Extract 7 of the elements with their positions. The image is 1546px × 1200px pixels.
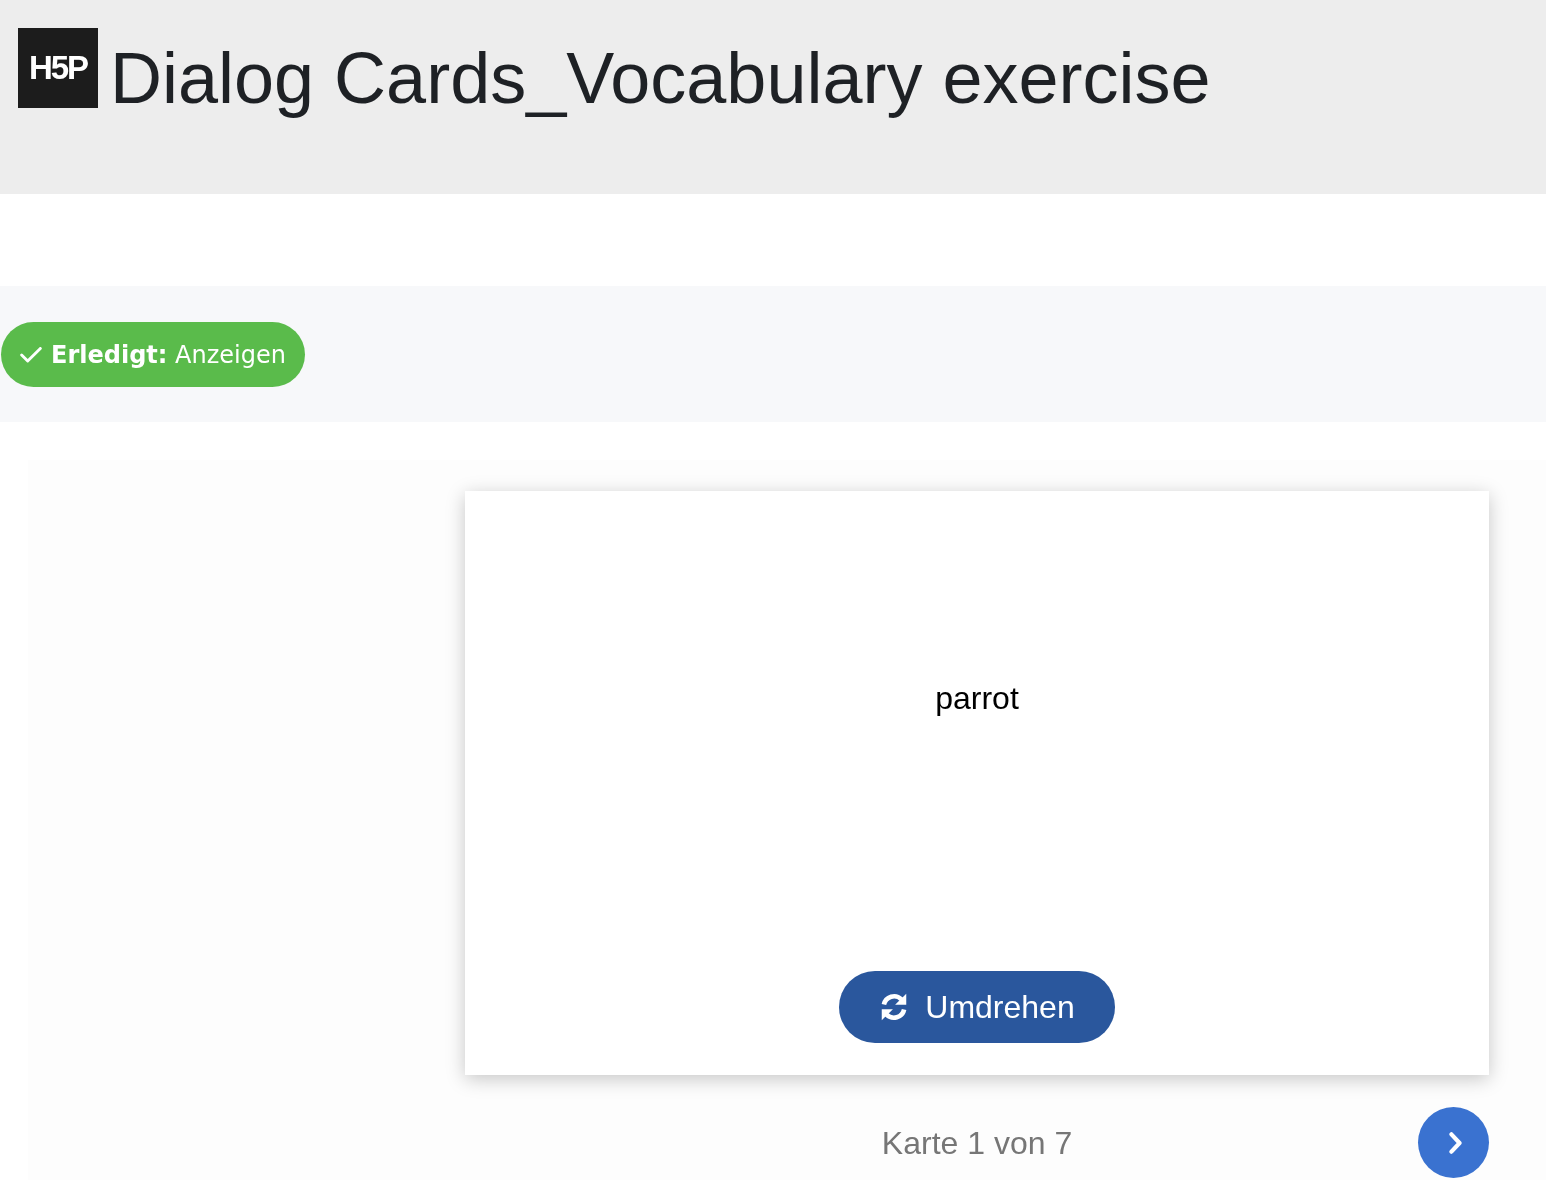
flip-button[interactable]: Umdrehen <box>839 971 1115 1043</box>
card-text: parrot <box>935 679 1019 717</box>
check-icon <box>20 346 42 363</box>
page-title: Dialog Cards_Vocabulary exercise <box>110 37 1211 118</box>
logo: H5P <box>18 28 98 108</box>
card-counter: Karte 1 von 7 <box>881 1123 1073 1163</box>
chevron-right-icon <box>1449 1131 1462 1154</box>
